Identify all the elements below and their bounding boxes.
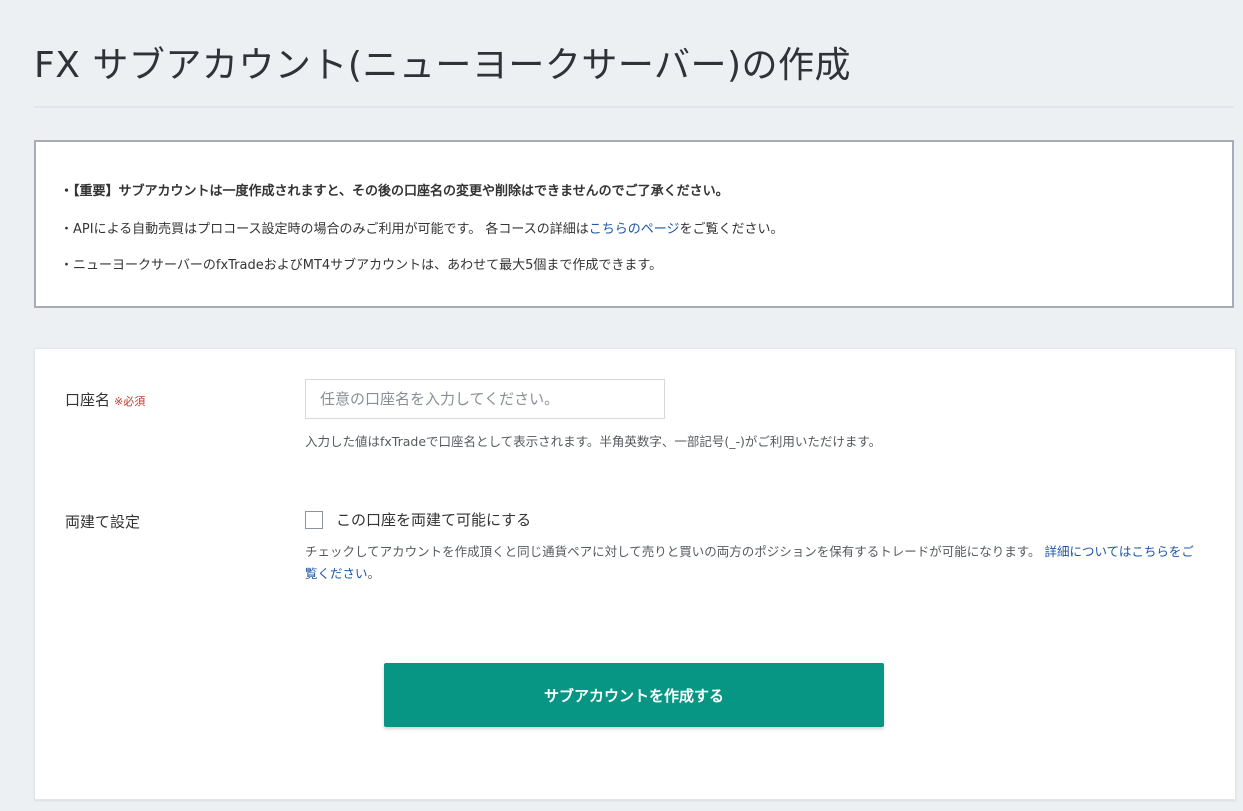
account-name-input[interactable] xyxy=(305,379,665,419)
important-notice-box: ・【重要】サブアカウントは一度作成されますと、その後の口座名の変更や削除はできま… xyxy=(34,140,1234,308)
page-title: FX サブアカウント(ニューヨークサーバー)の作成 xyxy=(34,45,852,86)
hedge-help: チェックしてアカウントを作成頂くと同じ通貨ペアに対して売りと買いの両方のポジショ… xyxy=(305,541,1200,585)
hedge-help-text-end: 。 xyxy=(367,566,381,581)
notice-api-text-end: をご覧ください。 xyxy=(679,222,784,237)
subaccount-form: 口座名※必須 入力した値はfxTradeで口座名として表示されます。半角英数字、… xyxy=(34,348,1236,800)
title-divider xyxy=(34,106,1234,108)
notice-important: ・【重要】サブアカウントは一度作成されますと、その後の口座名の変更や削除はできま… xyxy=(60,184,729,199)
hedge-setting-label: 両建て設定 xyxy=(65,513,141,531)
required-mark: ※必須 xyxy=(114,395,146,408)
create-subaccount-button[interactable]: サブアカウントを作成する xyxy=(384,663,884,727)
hedge-checkbox[interactable] xyxy=(305,510,323,529)
hedge-checkbox-label[interactable]: この口座を両建て可能にする xyxy=(336,509,531,530)
account-name-help: 入力した値はfxTradeで口座名として表示されます。半角英数字、一部記号(_-… xyxy=(305,434,882,449)
hedge-checkbox-row[interactable]: この口座を両建て可能にする xyxy=(305,509,531,530)
notice-api: ・APIによる自動売買はプロコース設定時の場合のみご利用が可能です。 各コースの… xyxy=(60,218,783,237)
account-name-label-text: 口座名 xyxy=(65,391,111,409)
account-name-label: 口座名 ※必須 xyxy=(65,389,145,410)
hedge-help-text: チェックしてアカウントを作成頂くと同じ通貨ペアに対して売りと買いの両方のポジショ… xyxy=(305,544,1045,559)
course-details-link[interactable]: こちらのページ xyxy=(589,222,680,237)
notice-api-text: ・APIによる自動売買はプロコース設定時の場合のみご利用が可能です。 各コースの… xyxy=(60,222,589,237)
notice-account-limit: ・ニューヨークサーバーのfxTradeおよびMT4サブアカウントは、あわせて最大… xyxy=(60,258,663,273)
